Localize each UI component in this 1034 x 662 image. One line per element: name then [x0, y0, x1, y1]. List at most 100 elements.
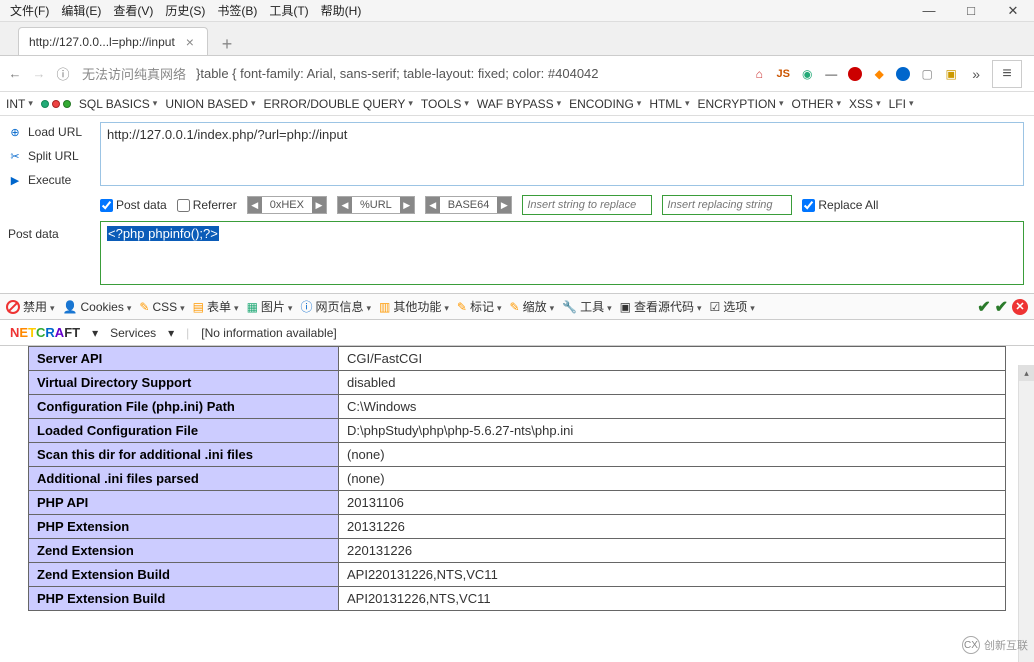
gray-square-icon[interactable]: ▢ [918, 65, 936, 83]
netcraft-caret2[interactable]: ▾ [168, 326, 174, 340]
netcraft-logo[interactable]: NETCRAFT [10, 325, 80, 340]
phpinfo-value: CGI/FastCGI [339, 347, 1006, 371]
dot-go-icon[interactable] [63, 100, 71, 108]
hb-xss[interactable]: XSS [849, 97, 881, 111]
split-icon: ✂ [8, 149, 22, 163]
hb-html[interactable]: HTML [649, 97, 689, 111]
load-url-button[interactable]: ⊕Load URL [6, 120, 94, 144]
menu-history[interactable]: 历史(S) [161, 0, 209, 21]
js-icon[interactable]: JS [774, 65, 792, 83]
execute-button[interactable]: ▶Execute [6, 168, 94, 192]
options-menu[interactable]: ☑选项 [710, 298, 755, 315]
security-icon[interactable]: ⓘ [54, 65, 72, 83]
phpinfo-value: 20131106 [339, 491, 1006, 515]
phpinfo-value: (none) [339, 443, 1006, 467]
minimize-button[interactable]: — [908, 0, 950, 22]
phpinfo-value: API20131226,NTS,VC11 [339, 587, 1006, 611]
phpinfo-key: PHP Extension [29, 515, 339, 539]
more-extensions[interactable]: » [966, 66, 986, 82]
yellow-square-icon[interactable]: ▣ [942, 65, 960, 83]
menu-file[interactable]: 文件(F) [6, 0, 53, 21]
menu-bookmarks[interactable]: 书签(B) [213, 0, 261, 21]
replace-all-checkbox[interactable]: Replace All [802, 198, 878, 212]
menu-help[interactable]: 帮助(H) [317, 0, 366, 21]
hb-sql-basics[interactable]: SQL BASICS [79, 97, 157, 111]
phpinfo-value: 220131226 [339, 539, 1006, 563]
replace-to-input[interactable] [662, 195, 792, 215]
hb-tools[interactable]: TOOLS [421, 97, 469, 111]
tab-close-icon[interactable]: × [183, 34, 197, 50]
tools-menu[interactable]: 🔧工具 [562, 298, 612, 315]
watermark: CX 创新互联 [962, 636, 1028, 654]
base64-pill[interactable]: ◀BASE64▶ [425, 196, 513, 214]
close-button[interactable]: ✕ [992, 0, 1034, 22]
check-icon-1[interactable]: ✔ [977, 297, 990, 317]
maximize-button[interactable]: □ [950, 0, 992, 22]
hb-union-based[interactable]: UNION BASED [165, 97, 255, 111]
forward-icon[interactable]: → [30, 65, 48, 83]
hex-pill[interactable]: ◀0xHEX▶ [247, 196, 327, 214]
table-row: Scan this dir for additional .ini files(… [29, 443, 1006, 467]
back-icon[interactable]: ← [6, 65, 24, 83]
check-icon-2[interactable]: ✔ [995, 297, 1008, 317]
url-textarea[interactable] [100, 122, 1024, 186]
home-icon[interactable]: ⌂ [750, 65, 768, 83]
netcraft-services[interactable]: Services [110, 326, 156, 340]
forms-menu[interactable]: ▤表单 [193, 298, 239, 315]
hb-encryption[interactable]: ENCRYPTION [698, 97, 784, 111]
phpinfo-key: Virtual Directory Support [29, 371, 339, 395]
tab-strip: http://127.0.0...l=php://input × + [0, 22, 1034, 56]
disable-menu[interactable]: 禁用 [6, 298, 55, 315]
hb-other[interactable]: OTHER [792, 97, 842, 111]
dash-icon[interactable]: — [822, 65, 840, 83]
split-url-button[interactable]: ✂Split URL [6, 144, 94, 168]
table-row: PHP Extension20131226 [29, 515, 1006, 539]
netcraft-caret[interactable]: ▾ [92, 326, 98, 340]
browser-tab[interactable]: http://127.0.0...l=php://input × [18, 27, 208, 55]
scroll-up-icon[interactable]: ▴ [1019, 365, 1034, 381]
menu-view[interactable]: 查看(V) [109, 0, 157, 21]
red-shield-icon[interactable] [846, 65, 864, 83]
blue-tools-icon[interactable] [894, 65, 912, 83]
image-icon: ▦ [247, 300, 258, 314]
dot-encrypt-icon[interactable] [41, 100, 49, 108]
phpinfo-key: Zend Extension Build [29, 563, 339, 587]
post-data-checkbox[interactable]: Post data [100, 198, 167, 212]
hb-int-dropdown[interactable]: INT [6, 97, 33, 111]
info-menu[interactable]: ⓘ网页信息 [300, 298, 371, 315]
phpinfo-value: API220131226,NTS,VC11 [339, 563, 1006, 587]
referrer-checkbox[interactable]: Referrer [177, 198, 237, 212]
hb-waf-bypass[interactable]: WAF BYPASS [477, 97, 561, 111]
post-data-textarea[interactable]: <?php phpinfo();?> [100, 221, 1024, 285]
images-menu[interactable]: ▦图片 [247, 298, 293, 315]
menu-tools[interactable]: 工具(T) [265, 0, 312, 21]
url-content[interactable]: }table { font-family: Arial, sans-serif;… [196, 66, 744, 81]
url-pill[interactable]: ◀%URL▶ [337, 196, 415, 214]
mark-menu[interactable]: ✎标记 [457, 298, 502, 315]
scrollbar[interactable]: ▴ [1018, 365, 1034, 662]
css-menu[interactable]: ✎CSS [139, 300, 184, 314]
hamburger-menu[interactable]: ≡ [992, 60, 1022, 88]
app-menus: 文件(F) 编辑(E) 查看(V) 历史(S) 书签(B) 工具(T) 帮助(H… [0, 0, 365, 21]
phpinfo-value: 20131226 [339, 515, 1006, 539]
replace-from-input[interactable] [522, 195, 652, 215]
hb-error-query[interactable]: ERROR/DOUBLE QUERY [264, 97, 413, 111]
cookies-menu[interactable]: 👤Cookies [63, 300, 132, 314]
phpinfo-key: Server API [29, 347, 339, 371]
extension-icons: ⌂ JS ◉ — ◆ ▢ ▣ » ≡ [750, 60, 1028, 88]
table-row: Additional .ini files parsed(none) [29, 467, 1006, 491]
netcraft-bar: NETCRAFT ▾ Services ▾ | [No information … [0, 320, 1034, 346]
menu-edit[interactable]: 编辑(E) [57, 0, 105, 21]
hb-lfi[interactable]: LFI [889, 97, 914, 111]
table-row: Configuration File (php.ini) PathC:\Wind… [29, 395, 1006, 419]
dot-decrypt-icon[interactable] [52, 100, 60, 108]
error-circle-icon[interactable]: ✕ [1012, 299, 1028, 315]
hb-encoding[interactable]: ENCODING [569, 97, 641, 111]
new-tab-button[interactable]: + [214, 33, 240, 55]
globe-icon[interactable]: ◉ [798, 65, 816, 83]
other-menu[interactable]: ▥其他功能 [379, 298, 449, 315]
source-menu[interactable]: ▣查看源代码 [620, 298, 702, 315]
orange-icon[interactable]: ◆ [870, 65, 888, 83]
phpinfo-key: Scan this dir for additional .ini files [29, 443, 339, 467]
zoom-menu[interactable]: ✎缩放 [510, 298, 555, 315]
